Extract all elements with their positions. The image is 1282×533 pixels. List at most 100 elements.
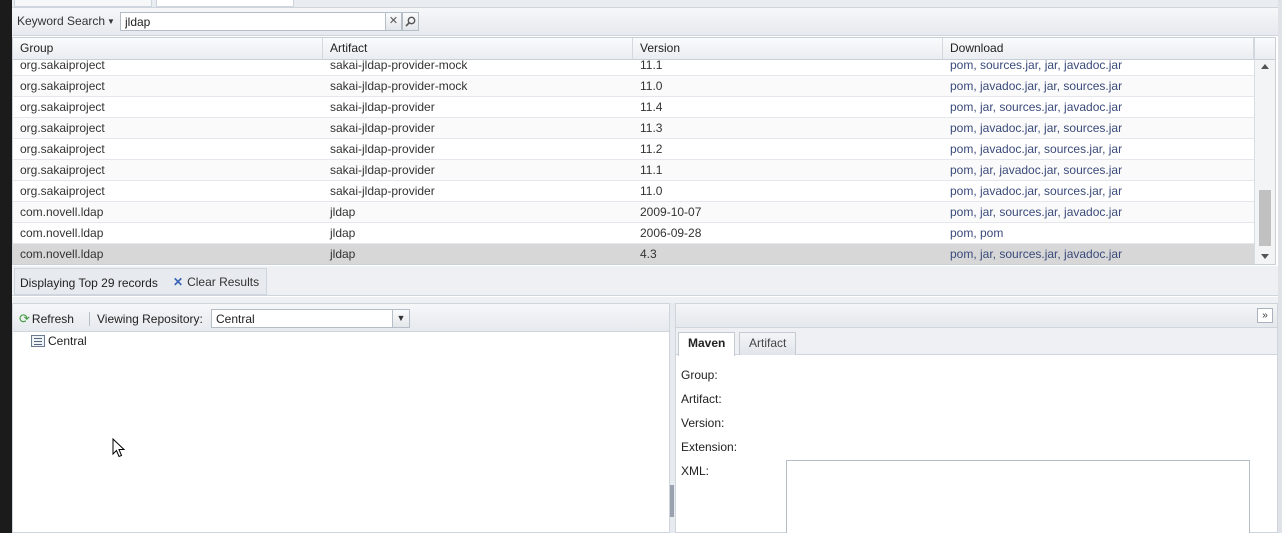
cell-version: 2009-10-07: [640, 205, 702, 219]
cell-artifact: sakai-jldap-provider: [330, 142, 435, 156]
scroll-down-icon[interactable]: [1261, 254, 1269, 259]
viewing-repository-label: Viewing Repository:: [97, 312, 203, 326]
collapse-panel-icon[interactable]: »: [1257, 308, 1273, 323]
clear-results-button[interactable]: ✕ Clear Results: [173, 275, 259, 289]
cell-artifact: jldap: [330, 205, 356, 219]
cell-download[interactable]: pom, javadoc.jar, jar, sources.jar: [943, 76, 1254, 96]
xml-textarea[interactable]: [786, 460, 1250, 533]
clear-results-label: Clear Results: [187, 275, 260, 289]
xml-label: XML:: [681, 464, 710, 478]
extension-label: Extension:: [681, 440, 738, 454]
cell-download[interactable]: pom, jar, sources.jar, javadoc.jar: [943, 244, 1254, 264]
tab-2[interactable]: [156, 0, 294, 7]
splitter-grip[interactable]: [670, 485, 674, 517]
repository-select[interactable]: Central ▼: [211, 309, 410, 328]
cell-version: 11.3: [640, 121, 663, 135]
keyword-search-label: Keyword Search: [17, 14, 106, 28]
cell-artifact: jldap: [330, 226, 356, 240]
table-row[interactable]: org.sakaiproject sakai-jldap-provider 11.0…: [13, 181, 1254, 202]
cell-version: 11.4: [640, 100, 663, 114]
artifact-details-panel: » Maven Artifact Group: Artifact: Versio…: [675, 303, 1278, 533]
search-icon[interactable]: [402, 12, 419, 31]
column-header-download[interactable]: Download: [943, 38, 1254, 60]
cell-artifact: sakai-jldap-provider: [330, 184, 435, 198]
cell-group: com.novell.ldap: [20, 247, 104, 261]
status-box: Displaying Top 29 records ✕ Clear Results: [14, 268, 267, 295]
tab-maven[interactable]: Maven: [678, 332, 736, 356]
cell-group: com.novell.ldap: [20, 205, 104, 219]
column-header-artifact[interactable]: Artifact: [323, 38, 633, 60]
header-corner: [1254, 38, 1275, 60]
cell-version: 11.0: [640, 184, 663, 198]
tab-artifact[interactable]: Artifact: [739, 332, 797, 355]
cell-download[interactable]: pom, pom: [943, 223, 1254, 243]
cell-artifact: jldap: [330, 247, 356, 261]
table-row[interactable]: org.sakaiproject sakai-jldap-provider 11.2…: [13, 139, 1254, 160]
search-toolbar: Keyword Search▼ ✕: [12, 8, 1278, 36]
cell-group: org.sakaiproject: [20, 121, 105, 135]
tab-1[interactable]: [14, 0, 152, 7]
artifact-label: Artifact:: [681, 392, 722, 406]
cell-download[interactable]: pom, jar, sources.jar, javadoc.jar: [943, 202, 1254, 222]
mouse-cursor-icon: [112, 438, 126, 458]
cell-artifact: sakai-jldap-provider: [330, 163, 435, 177]
refresh-button[interactable]: ⟳ Refresh: [19, 311, 74, 327]
cell-version: 11.2: [640, 142, 663, 156]
table-row[interactable]: org.sakaiproject sakai-jldap-provider 11.1…: [13, 160, 1254, 181]
results-grid: org.sakaiproject sakai-jldap-provider-moc…: [12, 37, 1276, 265]
cell-version: 4.3: [640, 247, 657, 261]
table-row[interactable]: com.novell.ldap jldap 2009-10-07 pom, jar, …: [13, 202, 1254, 223]
cell-group: org.sakaiproject: [20, 100, 105, 114]
window-left-edge: [0, 0, 12, 533]
cell-version: 11.0: [640, 79, 663, 93]
keyword-search-dropdown[interactable]: Keyword Search ▼: [17, 14, 115, 28]
repository-icon: [31, 335, 45, 347]
refresh-icon: ⟳: [19, 311, 30, 326]
close-icon: ✕: [173, 275, 184, 289]
cell-group: org.sakaiproject: [20, 184, 105, 198]
chevron-down-icon[interactable]: ▼: [392, 310, 409, 327]
details-tabbar: Maven Artifact: [676, 328, 1277, 356]
top-tab-strip: [12, 0, 1278, 8]
cell-download[interactable]: pom, javadoc.jar, sources.jar, jar: [943, 181, 1254, 201]
cell-group: com.novell.ldap: [20, 226, 104, 240]
cell-group: org.sakaiproject: [20, 163, 105, 177]
tree-node-central[interactable]: Central: [31, 334, 87, 348]
repository-browser-toolbar: ⟳ Refresh Viewing Repository: Central ▼: [13, 304, 669, 332]
repository-select-value: Central: [216, 312, 255, 326]
cell-artifact: sakai-jldap-provider: [330, 100, 435, 114]
record-count-text: Displaying Top 29 records: [20, 276, 158, 290]
table-row[interactable]: com.novell.ldap jldap 4.3 pom, jar, sources…: [13, 244, 1254, 264]
vertical-scrollbar[interactable]: [1254, 60, 1275, 264]
table-row[interactable]: org.sakaiproject sakai-jldap-provider 11.3…: [13, 118, 1254, 139]
cell-group: org.sakaiproject: [20, 79, 105, 93]
scroll-up-icon[interactable]: [1261, 64, 1269, 69]
table-row[interactable]: org.sakaiproject sakai-jldap-provider-moc…: [13, 76, 1254, 97]
table-row[interactable]: org.sakaiproject sakai-jldap-provider 11.4…: [13, 97, 1254, 118]
cell-download[interactable]: pom, javadoc.jar, sources.jar, jar: [943, 139, 1254, 159]
scrollbar-thumb[interactable]: [1259, 190, 1271, 246]
cell-artifact: sakai-jldap-provider: [330, 121, 435, 135]
tree-node-label: Central: [48, 334, 87, 348]
cell-version: 11.1: [640, 163, 663, 177]
search-input[interactable]: [120, 12, 386, 31]
window-right-edge: [1278, 0, 1282, 533]
cell-version: 2006-09-28: [640, 226, 702, 240]
cell-download[interactable]: pom, jar, sources.jar, javadoc.jar: [943, 97, 1254, 117]
group-label: Group:: [681, 368, 718, 382]
column-header-version[interactable]: Version: [633, 38, 943, 60]
cell-group: org.sakaiproject: [20, 142, 105, 156]
cell-download[interactable]: pom, javadoc.jar, jar, sources.jar: [943, 118, 1254, 138]
results-grid-header: Group Artifact Version Download: [13, 38, 1254, 60]
cell-artifact: sakai-jldap-provider-mock: [330, 79, 468, 93]
details-panel-header: »: [676, 304, 1277, 328]
version-label: Version:: [681, 416, 725, 430]
column-header-group[interactable]: Group: [13, 38, 323, 60]
table-row[interactable]: com.novell.ldap jldap 2006-09-28 pom, pom: [13, 223, 1254, 244]
repository-browser-panel: ⟳ Refresh Viewing Repository: Central ▼ C…: [12, 303, 670, 533]
results-grid-body: org.sakaiproject sakai-jldap-provider-moc…: [13, 55, 1254, 264]
toolbar-separator: [89, 312, 90, 326]
clear-search-icon[interactable]: ✕: [385, 12, 402, 31]
cell-download[interactable]: pom, jar, javadoc.jar, sources.jar: [943, 160, 1254, 180]
refresh-label: Refresh: [31, 312, 74, 326]
